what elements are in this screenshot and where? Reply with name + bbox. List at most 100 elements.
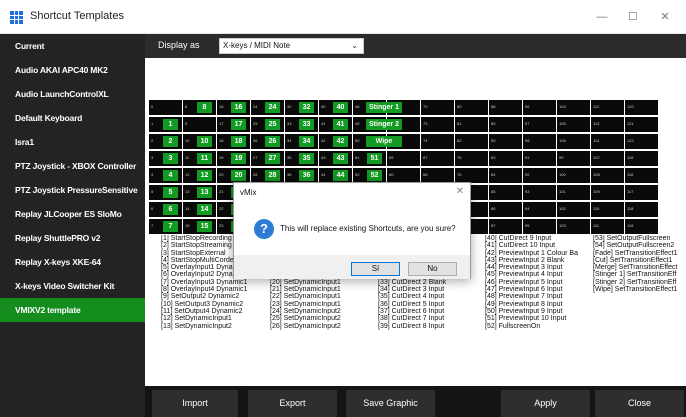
key-button[interactable]: 10 10 [183,134,216,149]
key-button[interactable]: 88 [489,100,522,115]
key-button[interactable]: 67 [421,151,454,166]
key-button[interactable]: 119 [625,219,658,234]
key-button[interactable]: 44 [149,168,182,183]
key-button[interactable]: 14 14 [183,202,216,217]
sidebar-item-shuttlepro[interactable]: Replay ShuttlePRO v2 [0,226,145,250]
display-as-select[interactable]: X-keys / MIDI Note ⌄ [219,38,364,54]
key-button[interactable]: 32 32 [285,100,318,115]
key-button[interactable]: 81 [455,117,488,132]
key-button[interactable]: 98 [523,134,556,149]
sidebar-item-ptz-xbox[interactable]: PTZ Joystick - XBOX Controller [0,154,145,178]
key-button[interactable]: 12 12 [183,168,216,183]
key-button[interactable]: 26 26 [251,134,284,149]
key-button[interactable]: 83 [489,151,522,166]
key-button[interactable]: 116 [625,168,658,183]
key-button[interactable]: 86 [489,202,522,217]
key-button[interactable]: 59 [387,151,420,166]
sidebar-item-current[interactable]: Current [0,34,145,58]
save-graphic-button[interactable]: Save Graphic [346,390,435,417]
key-button[interactable]: 101 [557,185,590,200]
key-button[interactable]: 42 42 [319,134,352,149]
sidebar-item-isra1[interactable]: Isra1 [0,130,145,154]
key-button[interactable]: 76 [455,168,488,183]
sidebar-item-vmixv2[interactable]: VMIXV2 template [0,298,145,322]
key-button[interactable]: 18 18 [217,134,250,149]
key-button[interactable]: 33 [149,151,182,166]
key-button[interactable]: 84 [489,168,522,183]
key-button[interactable]: 92 [523,168,556,183]
key-button[interactable]: 118 [625,202,658,217]
key-button[interactable]: 36 36 [285,168,318,183]
key-button[interactable]: 100 [557,168,590,183]
key-button[interactable]: 15 15 [183,219,216,234]
key-button[interactable]: 89 [489,117,522,132]
key-button[interactable]: 96 [523,100,556,115]
key-button[interactable]: 80 [455,100,488,115]
key-button[interactable]: 94 [523,202,556,217]
key-button[interactable]: 34 34 [285,134,318,149]
key-button[interactable]: 82 [455,134,488,149]
key-button[interactable]: 114 [591,134,624,149]
no-button[interactable]: No [408,262,457,276]
key-button[interactable]: 11 [149,117,182,132]
key-button[interactable]: 88 [183,100,216,115]
export-button[interactable]: Export [248,390,337,417]
key-button[interactable]: 43 43 [319,151,352,166]
sidebar-item-akai[interactable]: Audio AKAI APC40 MK2 [0,58,145,82]
key-button[interactable]: 103 [557,219,590,234]
key-button[interactable]: 91 [523,151,556,166]
key-button[interactable]: 117 [625,185,658,200]
key-button[interactable]: 77 [149,219,182,234]
key-button[interactable]: 120 [625,100,658,115]
key-button[interactable]: 50 Wipe [353,134,402,149]
close-window-button[interactable]: ✕ [654,6,676,28]
key-button[interactable]: 75 [455,151,488,166]
key-button[interactable]: 108 [591,168,624,183]
apply-button[interactable]: Apply [501,390,590,417]
key-button[interactable]: 97 [523,117,556,132]
close-button[interactable]: Close [595,390,684,417]
sidebar-item-default-keyboard[interactable]: Default Keyboard [0,106,145,130]
key-button[interactable]: 68 [421,168,454,183]
key-button[interactable]: 105 [557,117,590,132]
key-button[interactable]: 115 [625,151,658,166]
key-button[interactable]: 0 [149,100,182,115]
key-button[interactable]: 107 [591,151,624,166]
key-button[interactable]: 24 24 [251,100,284,115]
key-button[interactable]: 102 [557,202,590,217]
dialog-close-icon[interactable]: ✕ [456,186,464,197]
key-button[interactable]: 66 [149,202,182,217]
key-button[interactable]: 13 13 [183,185,216,200]
sidebar-item-jlcooper[interactable]: Replay JLCooper ES SloMo [0,202,145,226]
key-button[interactable]: 48 Stinger 1 [353,100,402,115]
key-button[interactable]: 74 [421,134,454,149]
key-button[interactable]: 109 [591,185,624,200]
sidebar-item-xkeys-switcher[interactable]: X-keys Video Switcher Kit [0,274,145,298]
key-button[interactable]: 27 27 [251,151,284,166]
minimize-button[interactable]: — [591,6,613,28]
key-button[interactable]: 87 [489,219,522,234]
key-button[interactable]: 93 [523,185,556,200]
key-button[interactable]: 40 40 [319,100,352,115]
key-button[interactable]: 22 [149,134,182,149]
sidebar-item-xkeys-xke64[interactable]: Replay X-keys XKE-64 [0,250,145,274]
key-button[interactable]: 52 52 [353,168,386,183]
key-button[interactable]: 35 35 [285,151,318,166]
key-button[interactable]: 111 [591,219,624,234]
key-button[interactable]: 11 11 [183,151,216,166]
yes-button[interactable]: Sí [351,262,400,276]
key-button[interactable]: 19 19 [217,151,250,166]
sidebar-item-launchcontrol[interactable]: Audio LaunchControlXL [0,82,145,106]
key-button[interactable]: 28 28 [251,168,284,183]
key-button[interactable]: 73 [421,117,454,132]
key-button[interactable]: 60 [387,168,420,183]
key-button[interactable]: 25 25 [251,117,284,132]
key-button[interactable]: 51 51 [353,151,386,166]
key-button[interactable]: 99 [557,151,590,166]
key-button[interactable]: 106 [557,134,590,149]
key-button[interactable]: 72 [421,100,454,115]
key-button[interactable]: 49 Stinger 2 [353,117,402,132]
key-button[interactable]: 33 33 [285,117,318,132]
key-button[interactable]: 90 [489,134,522,149]
sidebar-item-ptz-pressure[interactable]: PTZ Joystick PressureSensitive [0,178,145,202]
